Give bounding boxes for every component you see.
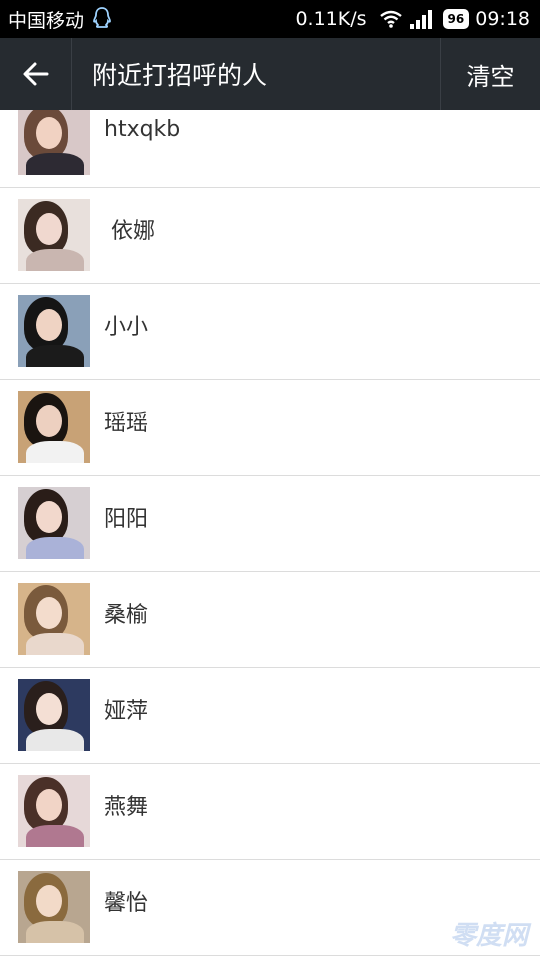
contact-name: 桑榆 bbox=[104, 603, 149, 628]
avatar bbox=[18, 199, 90, 271]
status-bar: 中国移动 0.11K/s 96 09:18 bbox=[0, 0, 540, 38]
contact-name: 小小 bbox=[104, 315, 149, 340]
contact-name: 瑶瑶 bbox=[104, 411, 149, 436]
back-button[interactable] bbox=[0, 38, 72, 110]
avatar bbox=[18, 871, 90, 943]
list-item[interactable]: htxqkb bbox=[0, 110, 540, 188]
watermark: 零度网 bbox=[449, 921, 528, 951]
list-item[interactable]: 阳阳 bbox=[0, 476, 540, 572]
list-item[interactable]: 燕舞 bbox=[0, 764, 540, 860]
back-arrow-icon bbox=[23, 62, 48, 86]
list-item[interactable]: 依娜 bbox=[0, 188, 540, 284]
avatar bbox=[18, 487, 90, 559]
contact-name: 燕舞 bbox=[104, 795, 149, 820]
qq-icon bbox=[93, 7, 111, 28]
list-item[interactable]: 小小 bbox=[0, 284, 540, 380]
avatar bbox=[18, 295, 90, 367]
avatar bbox=[18, 583, 90, 655]
carrier-label: 中国移动 bbox=[8, 9, 85, 32]
contact-name: 依娜 bbox=[104, 219, 155, 244]
network-speed: 0.11K/s bbox=[295, 8, 367, 30]
wifi-icon bbox=[379, 10, 402, 28]
title-bar: 附近打招呼的人 清空 bbox=[0, 38, 540, 110]
clock: 09:18 bbox=[475, 8, 530, 30]
list-item[interactable]: 桑榆 bbox=[0, 572, 540, 668]
avatar bbox=[18, 679, 90, 751]
page-title: 附近打招呼的人 bbox=[92, 61, 268, 90]
avatar bbox=[18, 110, 90, 175]
contact-name: 阳阳 bbox=[104, 507, 149, 532]
clear-button[interactable]: 清空 bbox=[440, 38, 540, 110]
contact-name: htxqkb bbox=[104, 117, 181, 142]
list-item[interactable]: 瑶瑶 bbox=[0, 380, 540, 476]
battery-indicator: 96 bbox=[442, 9, 470, 29]
greeting-list: htxqkb 依娜小小瑶瑶阳阳桑榆娅萍燕舞馨怡 零度网 bbox=[0, 110, 540, 960]
avatar bbox=[18, 391, 90, 463]
list-item[interactable]: 娅萍 bbox=[0, 668, 540, 764]
signal-icon bbox=[409, 10, 432, 29]
contact-name: 馨怡 bbox=[104, 891, 149, 916]
contact-name: 娅萍 bbox=[104, 699, 149, 724]
avatar bbox=[18, 775, 90, 847]
